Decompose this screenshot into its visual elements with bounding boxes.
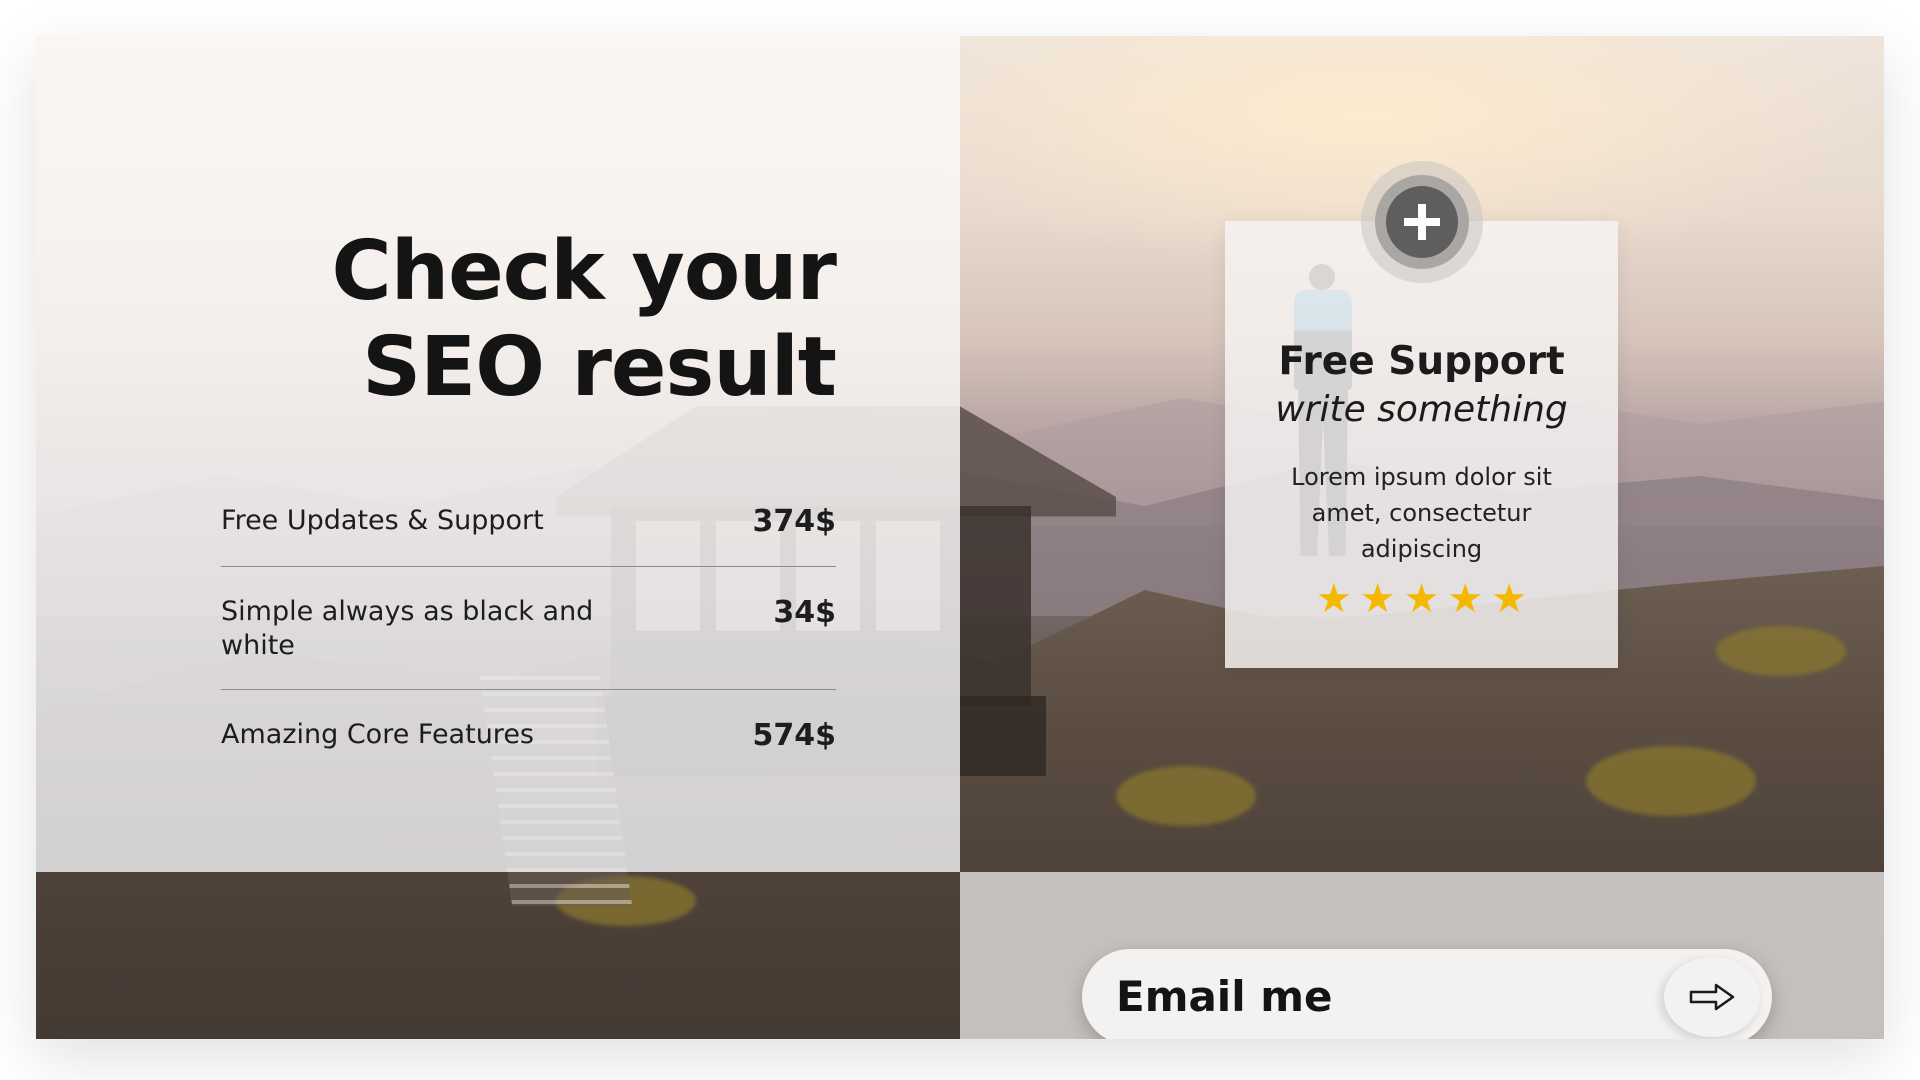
card-title: Free Support bbox=[1278, 339, 1565, 384]
feature-row: Simple always as black and white 34$ bbox=[221, 567, 836, 690]
feature-name: Free Updates & Support bbox=[221, 505, 544, 536]
bush bbox=[1116, 766, 1256, 826]
feature-price: 574$ bbox=[752, 718, 837, 753]
support-card: Free Support write something Lorem ipsum… bbox=[1225, 221, 1618, 668]
arrow-right-icon bbox=[1689, 983, 1735, 1011]
card-subtitle: write something bbox=[1275, 389, 1568, 430]
plus-button-halo bbox=[1361, 161, 1483, 283]
title-line-1: Check your bbox=[331, 224, 837, 319]
email-label: Email me bbox=[1116, 972, 1333, 1021]
slide: Check your SEO result Free Updates & Sup… bbox=[36, 36, 1884, 1039]
email-submit-button[interactable] bbox=[1664, 957, 1760, 1037]
page-title: Check your SEO result bbox=[216, 224, 837, 416]
feature-name: Amazing Core Features bbox=[221, 719, 534, 750]
feature-name: Simple always as black and white bbox=[221, 596, 594, 661]
feature-price: 34$ bbox=[773, 595, 836, 630]
star-icon: ★ bbox=[1403, 576, 1440, 622]
card-text: Lorem ipsum dolor sit amet, consectetur … bbox=[1291, 463, 1552, 563]
plus-button-ring bbox=[1375, 175, 1469, 269]
feature-row: Amazing Core Features 574$ bbox=[221, 690, 836, 780]
star-rating: ★ ★ ★ ★ ★ bbox=[1225, 579, 1618, 619]
title-line-2: SEO result bbox=[362, 320, 837, 415]
star-icon: ★ bbox=[1315, 576, 1352, 622]
bush bbox=[1716, 626, 1846, 676]
star-icon: ★ bbox=[1359, 576, 1396, 622]
star-icon: ★ bbox=[1491, 576, 1528, 622]
email-me-button[interactable]: Email me bbox=[1082, 949, 1772, 1039]
feature-row: Free Updates & Support 374$ bbox=[221, 496, 836, 567]
bush bbox=[1586, 746, 1756, 816]
plus-icon bbox=[1404, 204, 1440, 240]
feature-price: 374$ bbox=[752, 504, 837, 539]
star-icon: ★ bbox=[1447, 576, 1484, 622]
plus-button[interactable] bbox=[1386, 186, 1458, 258]
feature-list: Free Updates & Support 374$ Simple alway… bbox=[221, 496, 836, 780]
